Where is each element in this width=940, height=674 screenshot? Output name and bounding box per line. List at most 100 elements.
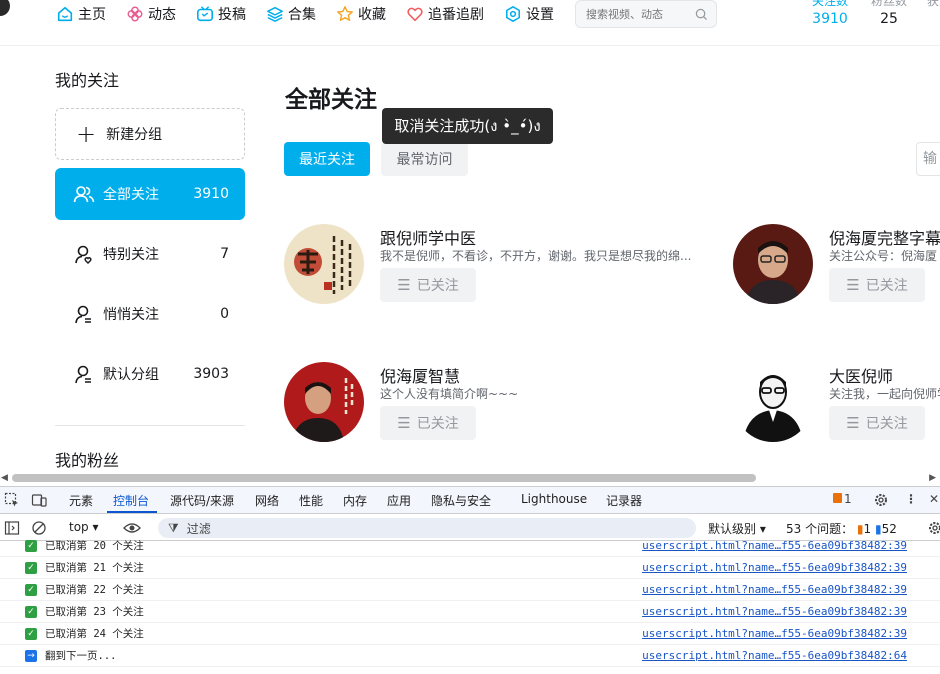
- filter-icon: ⧩: [168, 520, 179, 535]
- nav-bangumi-label: 追番追剧: [428, 7, 484, 23]
- devtools-tab-console[interactable]: 控制台: [113, 492, 149, 509]
- context-select[interactable]: top ▾: [69, 520, 99, 534]
- follow-search-input[interactable]: 输: [916, 142, 940, 176]
- more-options-icon[interactable]: ⋮: [905, 492, 917, 506]
- group-quiet[interactable]: 悄悄关注 0: [55, 288, 245, 340]
- check-icon: ✓: [25, 628, 37, 640]
- card-name[interactable]: 大医倪师: [829, 363, 893, 387]
- menu-icon: ☰: [397, 414, 411, 432]
- fans-title[interactable]: 我的粉丝: [55, 447, 119, 470]
- followed-label: 已关注: [865, 416, 908, 432]
- card-name[interactable]: 倪海厦智慧: [380, 363, 460, 387]
- search-input[interactable]: [576, 1, 686, 27]
- nav-bangumi[interactable]: 追番追剧: [406, 4, 484, 24]
- avatar-portrait-image: [284, 362, 364, 442]
- console-log-row: ✓ 已取消第 24 个关注 userscript.html?name…f55-6…: [0, 623, 940, 645]
- settings-gear-icon[interactable]: [873, 492, 889, 508]
- followed-label: 已关注: [416, 416, 459, 432]
- devtools-tab-recorder[interactable]: 记录器: [606, 492, 642, 509]
- issues-info-count: 52: [881, 522, 897, 536]
- log-source-link[interactable]: userscript.html?name…f55-6ea09bf38482:39: [642, 561, 907, 574]
- sidebar-toggle-icon[interactable]: [4, 520, 20, 536]
- nav-upload-label: 投稿: [218, 7, 246, 23]
- check-icon: ✓: [25, 584, 37, 596]
- nav-home[interactable]: 主页: [56, 4, 106, 24]
- user-avatar[interactable]: [0, 0, 10, 16]
- nav-settings[interactable]: 设置: [504, 4, 554, 24]
- device-toggle-icon[interactable]: [31, 492, 47, 508]
- card-name[interactable]: 倪海厦完整字幕: [829, 225, 940, 249]
- log-message: 已取消第 21 个关注: [45, 562, 144, 574]
- followed-button[interactable]: ☰ 已关注: [829, 406, 925, 440]
- close-devtools-icon[interactable]: ✕: [929, 492, 939, 506]
- followed-button[interactable]: ☰ 已关注: [380, 406, 476, 440]
- log-message: 已取消第 22 个关注: [45, 584, 144, 596]
- group-special[interactable]: 特别关注 7: [55, 228, 245, 280]
- log-source-link[interactable]: userscript.html?name…f55-6ea09bf38482:39: [642, 583, 907, 596]
- followed-label: 已关注: [416, 278, 459, 294]
- group-count: 3903: [193, 366, 229, 382]
- horizontal-scrollbar[interactable]: ◀ ▶: [0, 470, 940, 486]
- tab-most-visited[interactable]: 最常访问: [381, 142, 468, 176]
- stat-following-value: 3910: [812, 11, 848, 27]
- scroll-left-icon[interactable]: ◀: [1, 473, 8, 483]
- log-source-link[interactable]: userscript.html?name…f55-6ea09bf38482:39: [642, 627, 907, 640]
- eye-icon[interactable]: [123, 520, 141, 536]
- nav-collection[interactable]: 合集: [266, 4, 316, 24]
- console-log-row: → 翻到下一页... userscript.html?name…f55-6ea0…: [0, 645, 940, 667]
- nav-favorite[interactable]: 收藏: [336, 4, 386, 24]
- context-value: top: [69, 520, 89, 534]
- scrollbar-thumb[interactable]: [12, 474, 756, 482]
- devtools-tab-memory[interactable]: 内存: [343, 492, 367, 509]
- console-settings-icon[interactable]: [927, 520, 940, 536]
- followed-button[interactable]: ☰ 已关注: [829, 268, 925, 302]
- filter-placeholder: 过滤: [186, 521, 211, 536]
- log-source-link[interactable]: userscript.html?name…f55-6ea09bf38482:39: [642, 605, 907, 618]
- log-level-value: 默认级别: [708, 522, 757, 536]
- check-icon: ✓: [25, 562, 37, 574]
- log-source-link[interactable]: userscript.html?name…f55-6ea09bf38482:64: [642, 649, 907, 662]
- log-source-link[interactable]: userscript.html?name…f55-6ea09bf38482:39: [642, 539, 907, 552]
- devtools-tab-lighthouse[interactable]: Lighthouse: [521, 492, 587, 506]
- console-log-row: ✓ 已取消第 21 个关注 userscript.html?name…f55-6…: [0, 557, 940, 579]
- stat-likes[interactable]: 获: [926, 0, 940, 9]
- stat-following-label: 关注数: [811, 0, 848, 8]
- card-sign: 关注公众号：倪海厦: [829, 249, 938, 263]
- issue-info-icon: ▮: [875, 522, 882, 536]
- avatar[interactable]: [284, 362, 364, 442]
- scroll-right-icon[interactable]: ▶: [929, 473, 936, 483]
- card-name[interactable]: 跟倪师学中医: [380, 225, 476, 249]
- search-box[interactable]: [575, 0, 717, 28]
- console-log-row: ✓ 已取消第 23 个关注 userscript.html?name…f55-6…: [0, 601, 940, 623]
- inspect-icon[interactable]: [4, 492, 20, 508]
- clear-console-icon[interactable]: [31, 520, 47, 536]
- plus-icon: +: [76, 120, 97, 148]
- tab-recent[interactable]: 最近关注: [284, 142, 370, 176]
- group-default[interactable]: 默认分组 3903: [55, 348, 245, 400]
- devtools-tab-privacy[interactable]: 隐私与安全: [431, 492, 491, 509]
- issues-badge[interactable]: 1: [833, 492, 852, 506]
- nav-settings-label: 设置: [526, 7, 554, 23]
- devtools-tab-network[interactable]: 网络: [255, 492, 279, 509]
- avatar[interactable]: [733, 224, 813, 304]
- issue-flag-icon: [833, 493, 842, 503]
- new-group-button[interactable]: + 新建分组: [55, 108, 245, 160]
- devtools-tab-performance[interactable]: 性能: [299, 492, 323, 509]
- group-all[interactable]: 全部关注 3910: [55, 168, 245, 220]
- arrow-right-icon: →: [25, 650, 37, 662]
- nav-upload[interactable]: 投稿: [196, 4, 246, 24]
- issues-summary-label: 53 个问题：: [786, 522, 854, 536]
- log-message: 已取消第 23 个关注: [45, 606, 144, 618]
- devtools-tab-sources[interactable]: 源代码/来源: [170, 492, 234, 509]
- search-icon[interactable]: [695, 8, 708, 21]
- avatar-calligraphy-image: [284, 224, 364, 304]
- followed-button[interactable]: ☰ 已关注: [380, 268, 476, 302]
- avatar[interactable]: [733, 362, 813, 442]
- stat-fans[interactable]: 粉丝数 25: [866, 0, 912, 27]
- devtools-tab-elements[interactable]: 元素: [69, 492, 93, 509]
- devtools-tab-application[interactable]: 应用: [387, 492, 411, 509]
- followed-label: 已关注: [865, 278, 908, 294]
- nav-dynamic[interactable]: 动态: [126, 4, 176, 24]
- avatar[interactable]: [284, 224, 364, 304]
- stat-following[interactable]: 关注数 3910: [808, 0, 852, 27]
